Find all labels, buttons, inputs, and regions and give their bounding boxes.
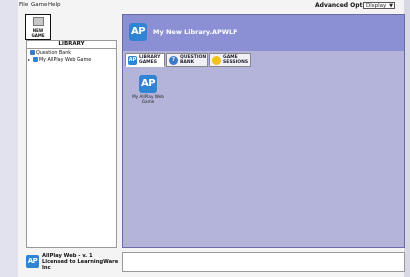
library-header-bar: AP My New Library.APWLF [123,15,404,51]
expander-icon[interactable]: ▸ [28,57,30,63]
game-sessions-icon [212,56,221,65]
new-game-button[interactable]: NEW GAME [25,14,51,40]
new-game-label: NEW GAME [31,28,45,38]
library-games-icon: AP [128,56,137,65]
about-text: AllPlay Web - v. 1 Licensed to LearningW… [42,253,119,271]
tab-question-bank[interactable]: ? QUESTION BANK [166,53,208,67]
question-bank-icon [30,50,35,55]
menu-bar: File Game Help Advanced Options Display … [18,0,404,11]
library-title: My New Library.APWLF [153,28,238,36]
game-label: My AllPlay Web Game [132,94,164,104]
tab-game-sessions[interactable]: GAME SESSIONS [209,53,251,67]
status-box [122,252,405,272]
library-header: LIBRARY [27,41,116,49]
advanced-options-value: Display [366,2,387,9]
about-info: AP AllPlay Web - v. 1 Licensed to Learni… [26,252,123,276]
tab-label: LIBRARY GAMES [139,55,161,65]
library-item-label: Question Bank [36,51,72,56]
allplay-logo-icon: AP [129,23,147,41]
game-icon: AP [139,75,157,93]
game-item[interactable]: AP My AllPlay Web Game [127,75,169,105]
game-icon [33,57,38,62]
library-item-question-bank[interactable]: Question Bank [30,50,71,57]
menu-file[interactable]: File [19,0,28,11]
window-left-frame [0,0,18,277]
allplay-logo-icon: AP [26,255,39,268]
tab-bar: AP LIBRARY GAMES ? QUESTION BANK GAME SE… [125,53,406,68]
menu-help[interactable]: Help [48,0,61,11]
question-icon: ? [169,56,178,65]
app-window: File Game Help Advanced Options Display … [18,0,405,277]
library-panel: LIBRARY Question Bank ▸ My AllPlay Web G… [26,40,117,248]
library-item-game[interactable]: ▸ My AllPlay Web Game [28,57,92,64]
tab-library-games[interactable]: AP LIBRARY GAMES [125,53,165,67]
tab-label: GAME SESSIONS [223,55,249,65]
menu-game[interactable]: Game [31,0,47,11]
main-panel: AP My New Library.APWLF AP LIBRARY GAMES… [122,14,405,248]
advanced-options-select[interactable]: Display ▼ [363,1,395,9]
library-item-label: My AllPlay Web Game [39,58,92,63]
new-game-icon [33,17,44,26]
library-games-content: AP My AllPlay Web Game [125,67,402,245]
chevron-down-icon: ▼ [389,2,393,9]
tab-label: QUESTION BANK [180,55,207,65]
